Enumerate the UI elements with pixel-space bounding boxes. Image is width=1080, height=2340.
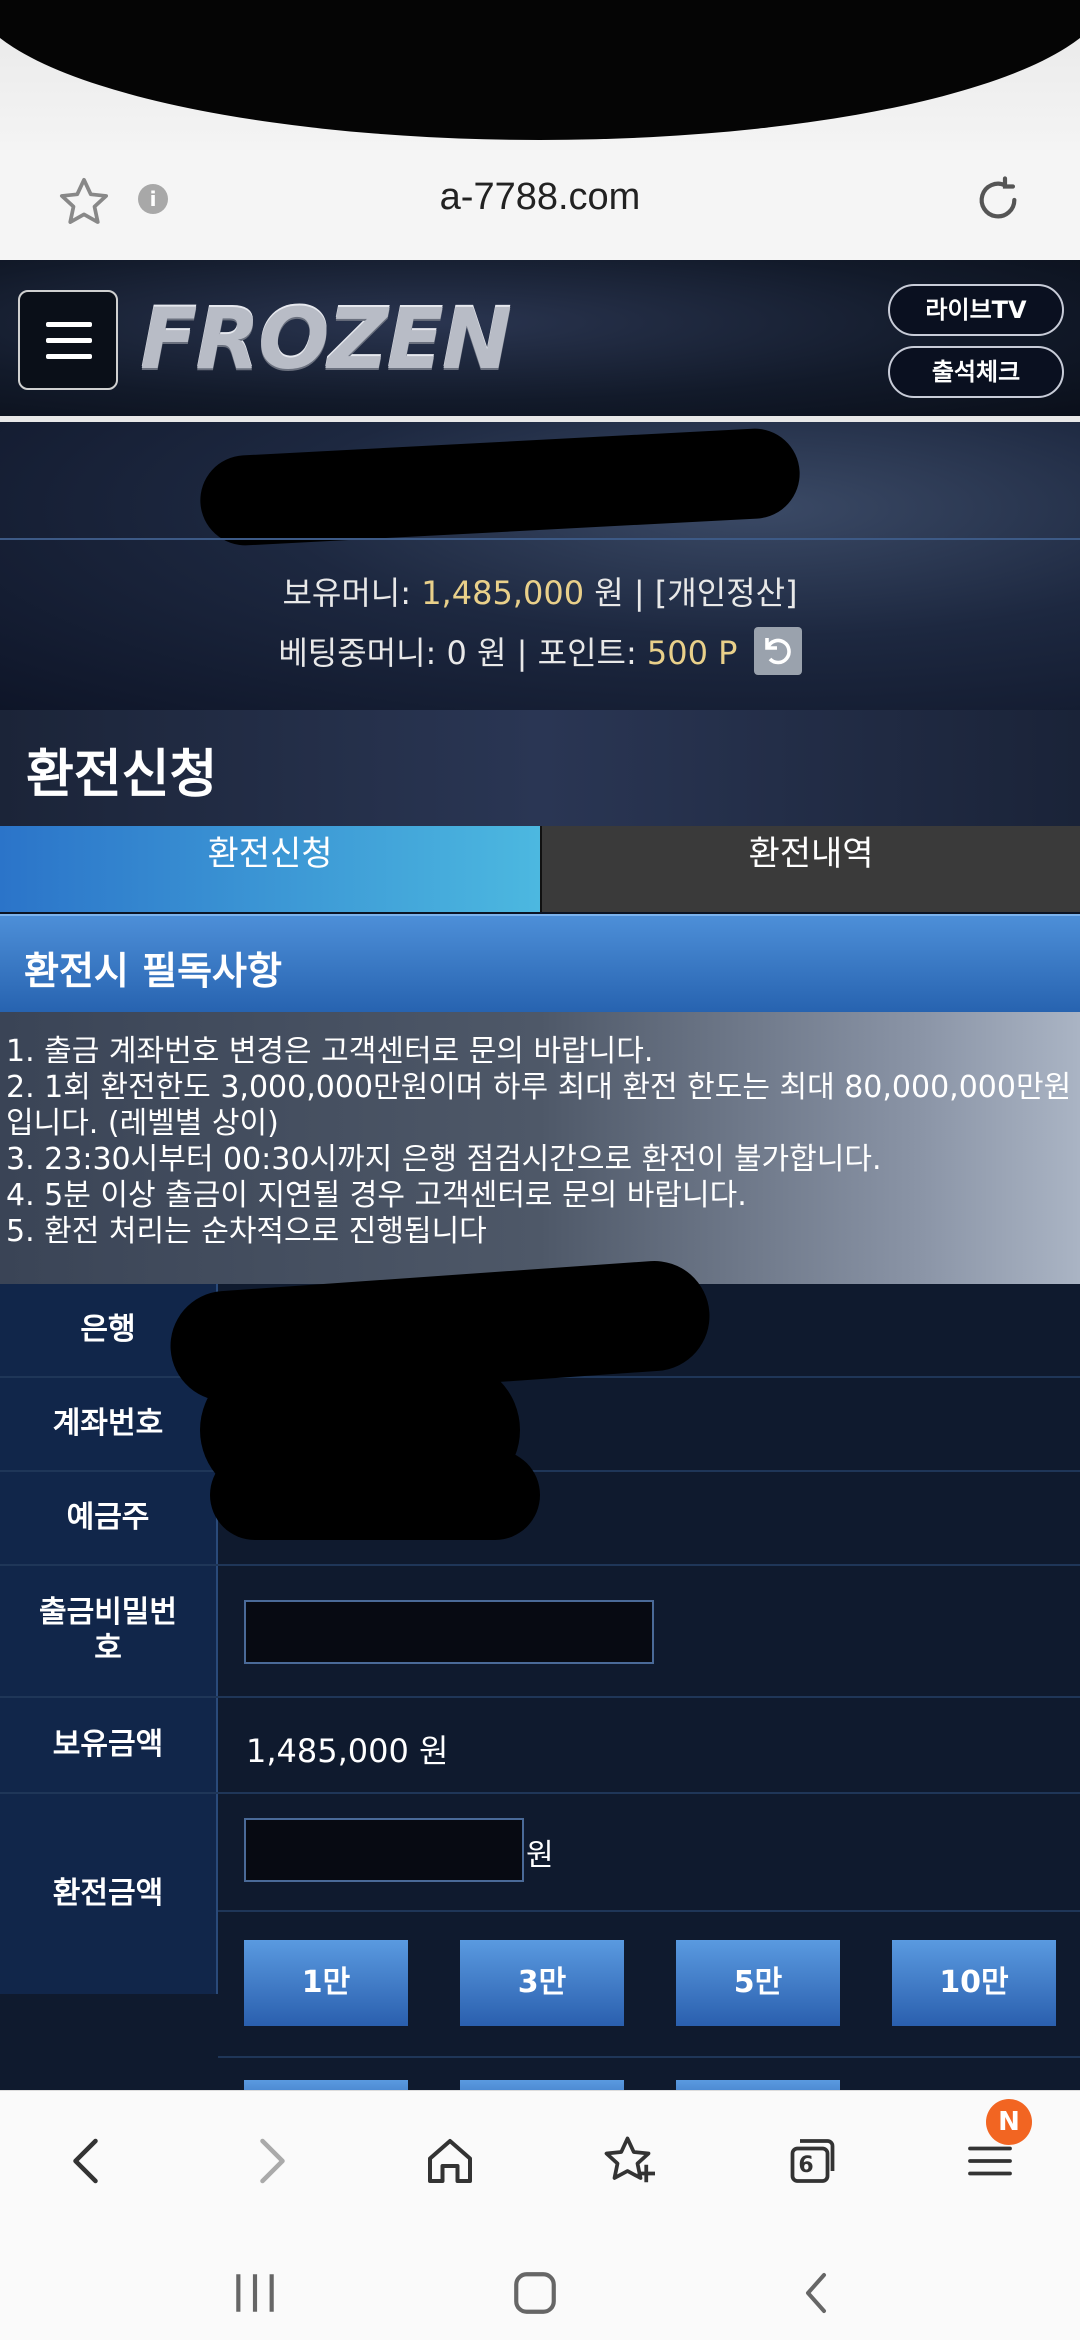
amount-10k-button[interactable]: 1만 xyxy=(244,1940,408,2026)
divider xyxy=(218,2056,1080,2058)
menu-line xyxy=(46,338,92,343)
holding-value: 1,485,000 xyxy=(421,574,585,612)
browser-url-bar: i a-7788.com xyxy=(0,150,1080,260)
account-banner: 보유머니: 1,485,000 원 | [개인정산] 베팅중머니: 0 원 | … xyxy=(0,422,1080,710)
notice-line: 4. 5분 이상 출금이 지연될 경우 고객센터로 문의 바랍니다. xyxy=(6,1178,747,1213)
reload-icon[interactable] xyxy=(970,172,1026,228)
balance-value: 1,485,000 원 xyxy=(246,1732,449,1770)
menu-line xyxy=(46,354,92,359)
notice-line: 5. 환전 처리는 순차적으로 진행됩니다 xyxy=(6,1214,487,1249)
recent-apps-icon[interactable] xyxy=(230,2270,280,2316)
notice-header: 환전시 필독사항 xyxy=(0,914,1080,1012)
menu-button[interactable]: N xyxy=(960,2099,1032,2191)
attendance-button[interactable]: 출석체크 xyxy=(888,346,1064,398)
forward-icon[interactable] xyxy=(240,2131,300,2191)
page-title: 환전신청 xyxy=(26,745,218,805)
notice-line: 입니다. (레벨별 상이) xyxy=(6,1106,279,1141)
system-nav-bar xyxy=(0,2230,1080,2340)
holder-row: 예금주 xyxy=(0,1472,1080,1566)
redacted-region xyxy=(210,1450,540,1540)
notice-title: 환전시 필독사항 xyxy=(24,949,282,993)
redacted-region xyxy=(198,426,802,548)
bookmarks-icon[interactable] xyxy=(600,2131,660,2191)
tabs-count: 6 xyxy=(798,2153,814,2178)
exchange-amount-input[interactable] xyxy=(244,1818,524,1882)
divider xyxy=(218,1910,1080,1912)
withdraw-password-label-line2: 호 xyxy=(94,1631,122,1666)
points-label: | 포인트: xyxy=(516,634,637,672)
tabs-button[interactable]: 6 xyxy=(780,2131,840,2191)
exchange-amount-cell: 원 1만 3만 5만 10만 xyxy=(218,1794,1080,2120)
holding-label: 보유머니: xyxy=(282,574,412,612)
account-holder-label: 예금주 xyxy=(0,1472,218,1564)
balance-cell: 1,485,000 원 xyxy=(218,1698,1080,1792)
notice-line: 2. 1회 환전한도 3,000,000만원이며 하루 최대 환전 한도는 최대… xyxy=(6,1070,1072,1105)
browser-bottom-nav: 6 N xyxy=(0,2090,1080,2230)
menu-line xyxy=(46,322,92,327)
withdraw-password-input[interactable] xyxy=(244,1600,654,1664)
withdraw-password-cell xyxy=(218,1566,1080,1696)
notice-line: 3. 23:30시부터 00:30시까지 은행 점검시간으로 환전이 불가합니다… xyxy=(6,1142,882,1177)
withdraw-password-row: 출금비밀번 호 xyxy=(0,1566,1080,1698)
betting-value: 0 원 xyxy=(446,634,507,672)
settlement-link[interactable]: | [개인정산] xyxy=(634,574,798,612)
holding-money-row: 보유머니: 1,485,000 원 | [개인정산] xyxy=(0,568,1080,614)
tab-exchange-request[interactable]: 환전신청 xyxy=(0,826,540,912)
refresh-icon xyxy=(764,638,791,665)
site-header: FROZEN 라이브TV 출석체크 xyxy=(0,260,1080,422)
exchange-amount-label: 환전금액 xyxy=(0,1794,218,1994)
live-tv-button[interactable]: 라이브TV xyxy=(888,284,1064,336)
betting-label: 베팅중머니: xyxy=(278,634,437,672)
notice-line: 1. 출금 계좌번호 변경은 고객센터로 문의 바랍니다. xyxy=(6,1034,654,1069)
amount-100k-button[interactable]: 10만 xyxy=(892,1940,1056,2026)
account-row: 계좌번호 xyxy=(0,1378,1080,1472)
hamburger-menu-button[interactable] xyxy=(18,290,118,390)
holding-unit: 원 xyxy=(594,574,624,612)
divider xyxy=(0,538,1080,540)
home-icon[interactable] xyxy=(420,2131,480,2191)
site-logo[interactable]: FROZEN xyxy=(140,290,512,388)
amount-unit: 원 xyxy=(526,1838,554,1873)
betting-money-row: 베팅중머니: 0 원 | 포인트: 500 P xyxy=(0,627,1080,679)
back-icon[interactable] xyxy=(58,2131,118,2191)
amount-30k-button[interactable]: 3만 xyxy=(460,1940,624,2026)
redacted-region xyxy=(0,0,1080,140)
home-square-icon[interactable] xyxy=(510,2268,560,2318)
amount-50k-button[interactable]: 5만 xyxy=(676,1940,840,2026)
notification-badge: N xyxy=(986,2099,1032,2145)
system-back-icon[interactable] xyxy=(796,2268,836,2318)
balance-row: 보유금액 1,485,000 원 xyxy=(0,1698,1080,1794)
page-title-bar: 환전신청 xyxy=(0,710,1080,826)
withdraw-password-label-line1: 출금비밀번 xyxy=(39,1595,177,1630)
refresh-balance-button[interactable] xyxy=(753,627,802,675)
points-value: 500 P xyxy=(646,634,738,672)
account-number-label: 계좌번호 xyxy=(0,1378,218,1470)
tab-exchange-history[interactable]: 환전내역 xyxy=(540,826,1080,912)
status-bar xyxy=(0,0,1080,150)
exchange-amount-row: 환전금액 원 1만 3만 5만 10만 xyxy=(0,1794,1080,2120)
balance-label: 보유금액 xyxy=(0,1698,218,1792)
withdraw-password-label: 출금비밀번 호 xyxy=(0,1566,218,1696)
notice-body: 1. 출금 계좌번호 변경은 고객센터로 문의 바랍니다. 2. 1회 환전한도… xyxy=(0,1012,1080,1284)
url-text[interactable]: a-7788.com xyxy=(0,176,1080,219)
